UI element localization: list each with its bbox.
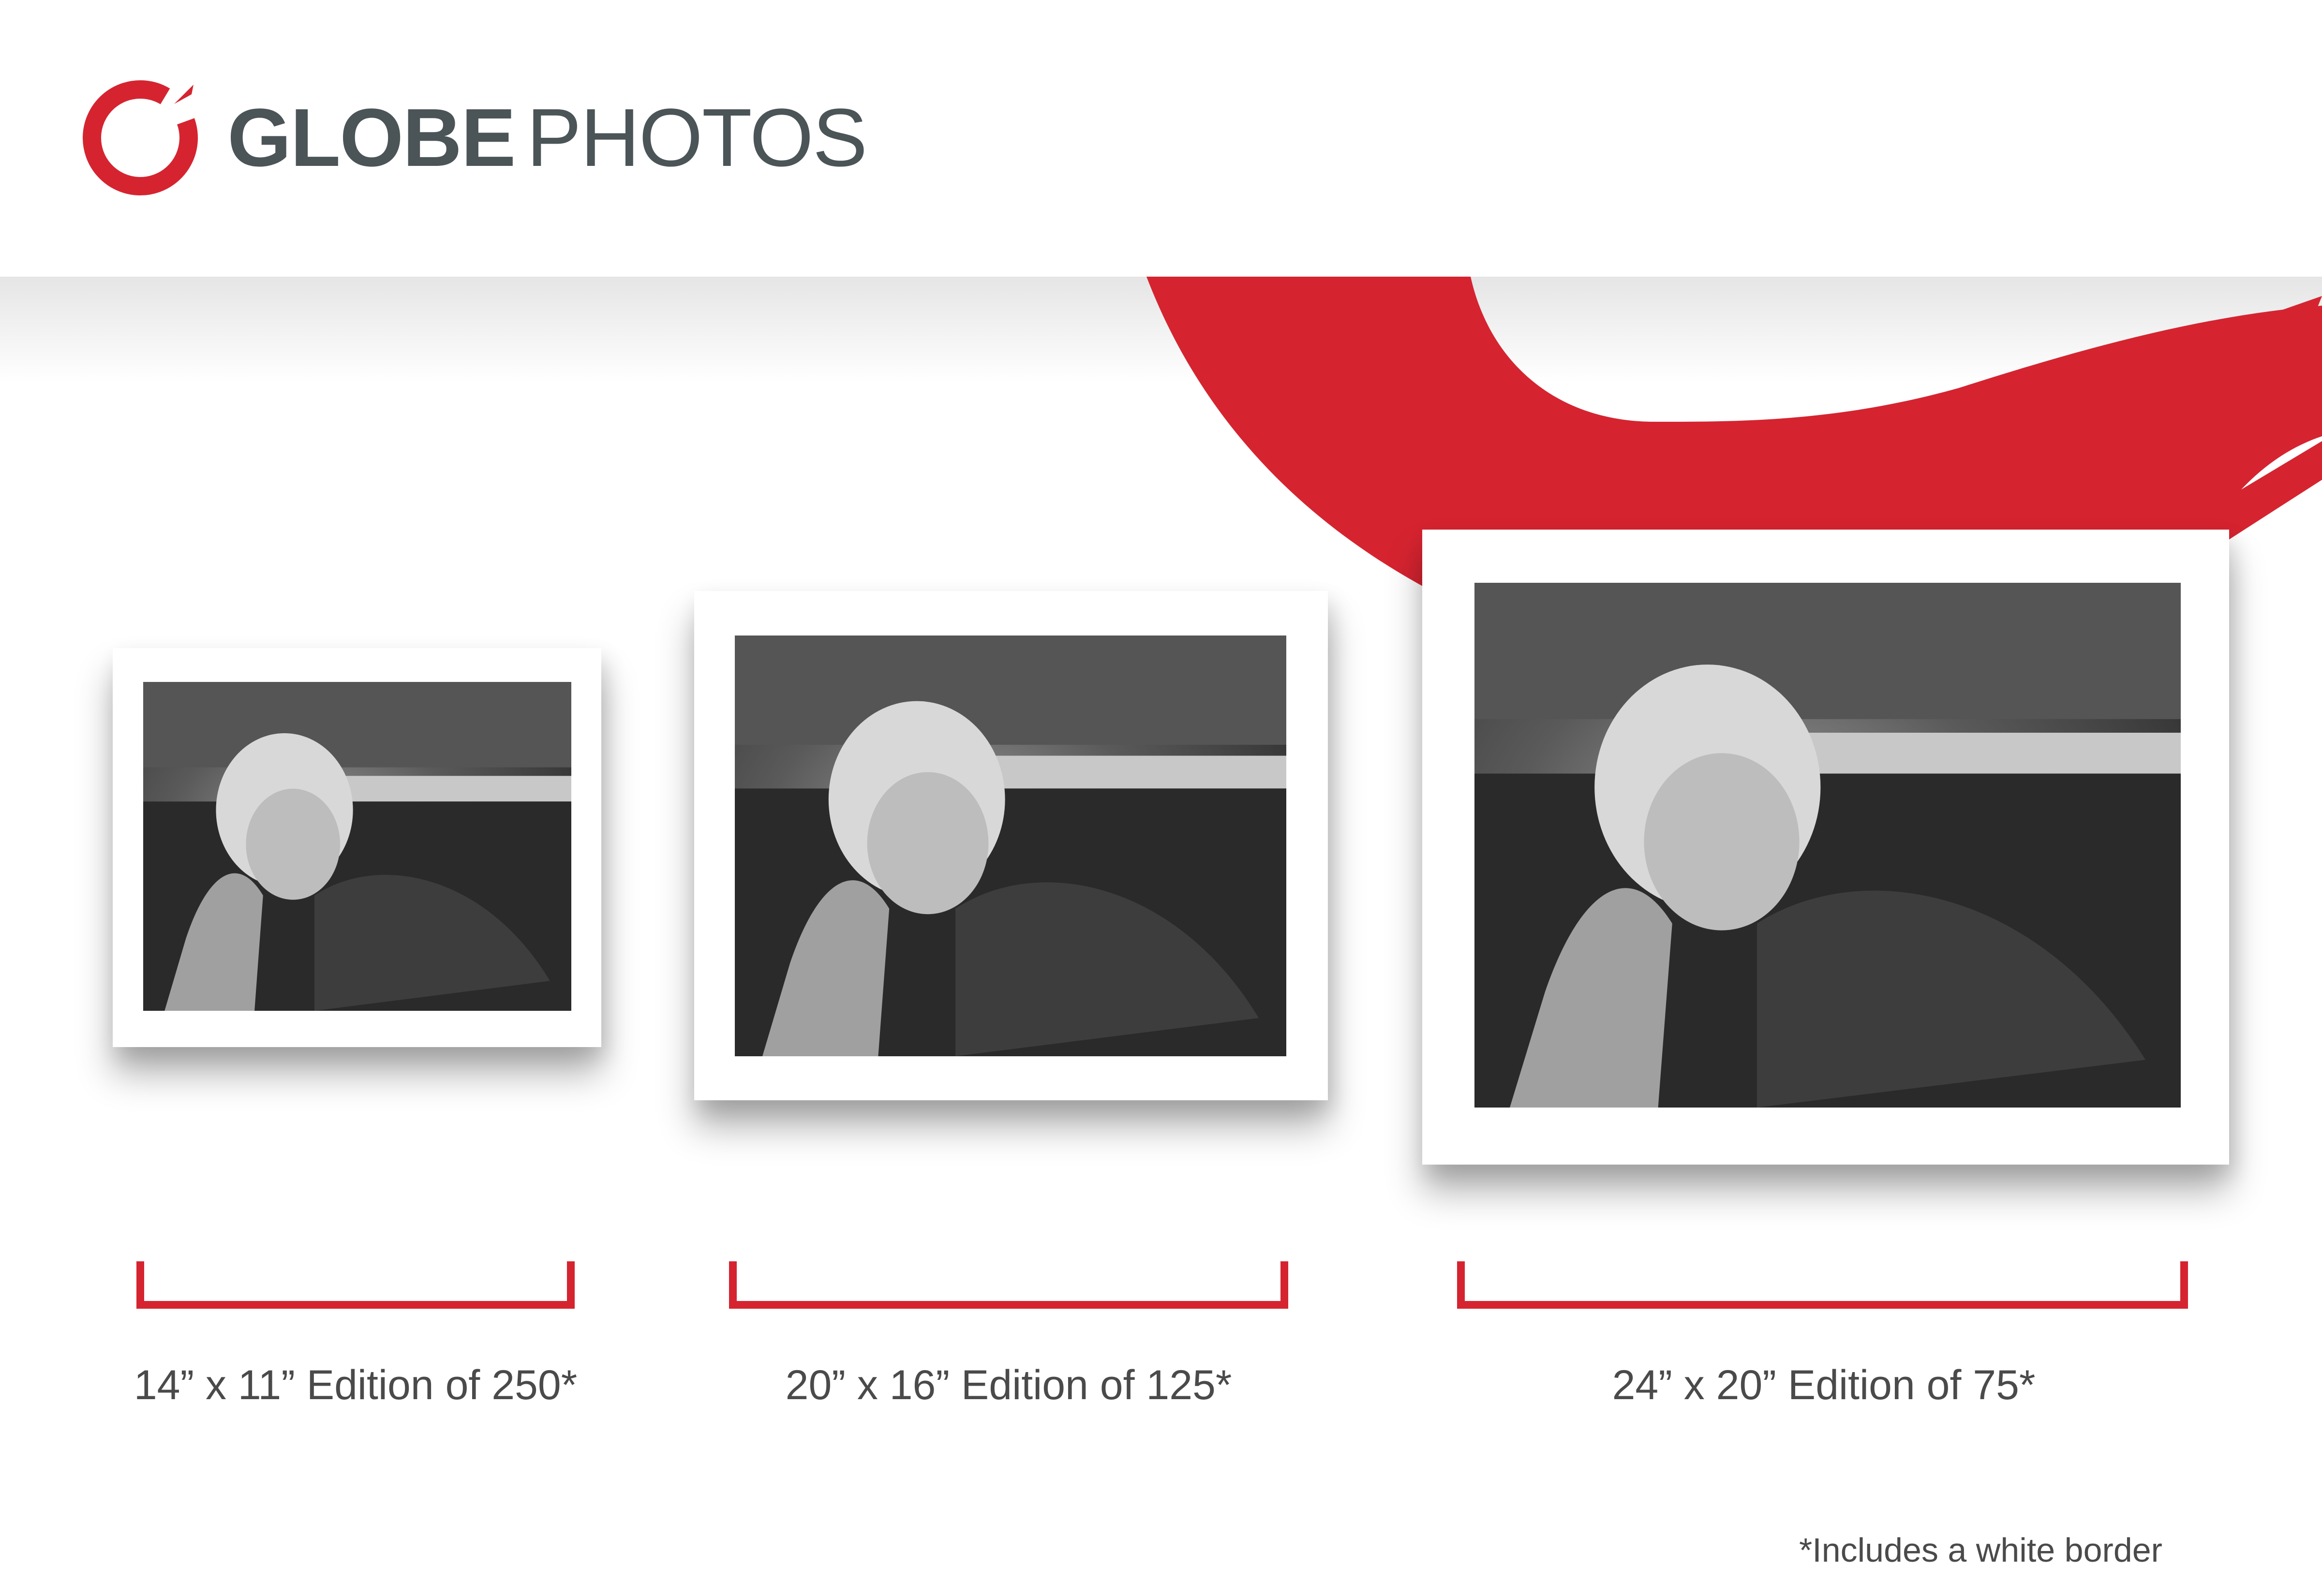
brush-circle-icon — [83, 80, 198, 195]
size-bracket-medium — [729, 1261, 1288, 1309]
footnote: *Includes a white border — [1799, 1531, 2162, 1569]
size-label-medium: 20” x 16” Edition of 125* — [785, 1362, 1232, 1408]
size-label-small: 14” x 11” Edition of 250* — [134, 1362, 578, 1408]
brand-name-light: PHOTOS — [526, 92, 867, 184]
brand-name: GLOBE PHOTOS — [227, 92, 867, 184]
marilyn-photo — [1474, 583, 2181, 1108]
print-large — [1422, 530, 2229, 1165]
brand-name-bold: GLOBE — [227, 92, 516, 184]
size-bracket-small — [136, 1261, 575, 1309]
print-small — [113, 648, 601, 1047]
header: GLOBE PHOTOS — [0, 0, 2322, 277]
print-medium — [694, 591, 1328, 1100]
size-bracket-large — [1457, 1261, 2188, 1309]
marilyn-photo — [143, 682, 571, 1011]
size-label-large: 24” x 20” Edition of 75* — [1612, 1362, 2036, 1408]
marilyn-photo — [735, 635, 1286, 1056]
